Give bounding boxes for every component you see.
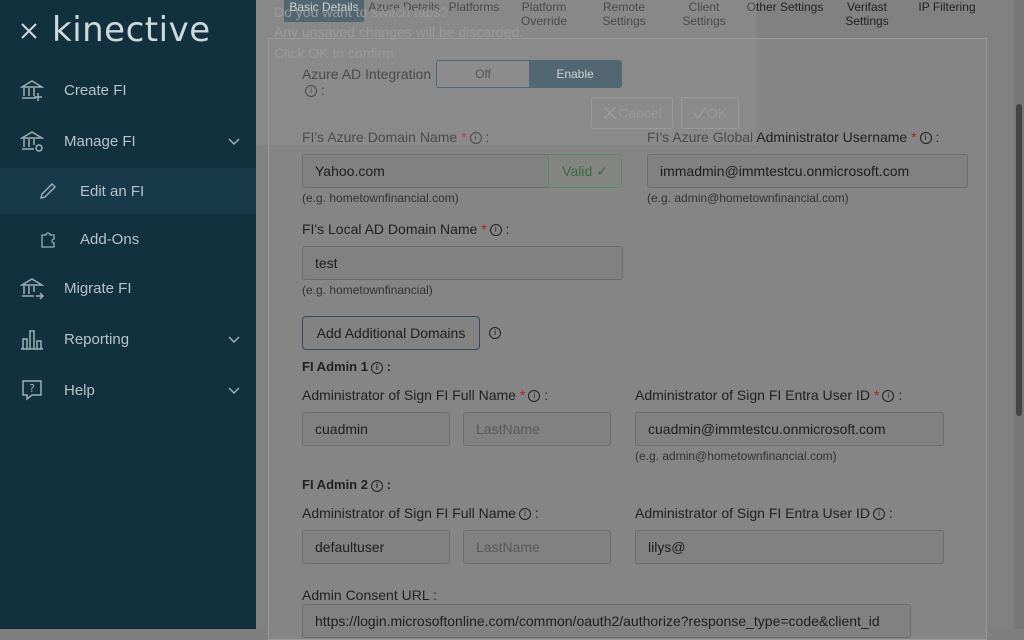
scrollbar-thumb[interactable] bbox=[1016, 104, 1022, 416]
required-marker: * bbox=[481, 221, 487, 237]
info-icon[interactable]: i bbox=[528, 390, 541, 403]
azure-domain-hint: (e.g. hometownfinancial.com) bbox=[302, 191, 459, 205]
local-ad-label-text: FI's Local AD Domain Name bbox=[302, 221, 478, 237]
sidebar-item-migrate-fi[interactable]: Migrate FI bbox=[0, 265, 256, 311]
bar-chart-icon bbox=[21, 330, 43, 350]
admin2-fullname-label: Administrator of Sign FI Full Name i : bbox=[302, 505, 539, 521]
info-icon[interactable]: i bbox=[919, 132, 932, 145]
sidebar-item-manage-fi[interactable]: Manage FI bbox=[0, 118, 256, 164]
check-icon bbox=[693, 106, 707, 120]
admin1-last-name-input[interactable]: LastName bbox=[463, 412, 611, 446]
sidebar-item-label: Migrate FI bbox=[64, 279, 132, 297]
sidebar-item-label: Edit an FI bbox=[80, 182, 145, 200]
valid-badge: Valid ✓ bbox=[548, 154, 622, 188]
admin-consent-url-input[interactable]: https://login.microsoftonline.com/common… bbox=[302, 604, 911, 638]
required-marker: * bbox=[873, 387, 880, 403]
dialog-ok-button[interactable]: OK bbox=[681, 97, 739, 129]
chevron-down-icon bbox=[228, 387, 240, 395]
required-marker: * bbox=[519, 387, 526, 403]
global-admin-input[interactable]: immadmin@immtestcu.onmicrosoft.com bbox=[647, 154, 968, 188]
dialog-ok-label: OK bbox=[706, 105, 728, 121]
close-icon[interactable] bbox=[18, 20, 40, 42]
fi-admin-1-title: FI Admin 1i : bbox=[302, 359, 391, 374]
info-icon[interactable]: i bbox=[518, 508, 531, 521]
admin1-entra-input[interactable]: cuadmin@immtestcu.onmicrosoft.com bbox=[635, 412, 944, 446]
fi-admin-2-title: FI Admin 2i : bbox=[302, 477, 391, 492]
local-ad-input[interactable]: test bbox=[302, 246, 623, 280]
sidebar-item-label: Reporting bbox=[64, 330, 130, 348]
close-icon bbox=[603, 106, 617, 120]
chevron-down-icon bbox=[228, 138, 240, 146]
admin1-fullname-label-text: Administrator of Sign FI Full Name bbox=[302, 387, 516, 403]
bank-gear-icon bbox=[20, 131, 44, 152]
dialog-cancel-button[interactable]: Cancel bbox=[591, 97, 673, 129]
sidebar-item-add-ons[interactable]: Add-Ons bbox=[0, 216, 256, 262]
sidebar: kinective Create FI Manage FI Edit an FI… bbox=[0, 0, 256, 629]
admin1-first-name-input[interactable]: cuadmin bbox=[302, 412, 450, 446]
sidebar-item-edit-fi[interactable]: Edit an FI bbox=[0, 168, 256, 214]
admin-consent-label: Admin Consent URL : bbox=[302, 587, 437, 603]
chevron-down-icon bbox=[228, 336, 240, 344]
add-additional-domains-button[interactable]: Add Additional Domains bbox=[302, 316, 480, 350]
fi-admin-2-title-text: FI Admin 2 bbox=[302, 477, 368, 492]
sidebar-item-label: Help bbox=[64, 381, 95, 399]
kinective-logo: kinective bbox=[52, 10, 211, 50]
sidebar-item-label: Manage FI bbox=[64, 132, 136, 150]
info-icon[interactable]: i bbox=[370, 361, 383, 374]
sidebar-item-create-fi[interactable]: Create FI bbox=[0, 67, 256, 113]
local-ad-hint: (e.g. hometownfinancial) bbox=[302, 283, 433, 297]
dialog-message-line-2: Any unsaved changes will be discarded. bbox=[274, 24, 524, 40]
admin2-last-name-input[interactable]: LastName bbox=[463, 530, 611, 564]
local-ad-label: FI's Local AD Domain Name * i : bbox=[302, 221, 510, 237]
bank-plus-icon bbox=[20, 80, 44, 101]
azure-domain-input[interactable]: Yahoo.com bbox=[302, 154, 549, 188]
tab-other-settings[interactable]: Other Settings bbox=[744, 0, 826, 14]
info-icon[interactable]: i bbox=[882, 390, 895, 403]
sidebar-item-help[interactable]: ? Help bbox=[0, 367, 256, 413]
sidebar-header: kinective bbox=[0, 0, 256, 64]
question-bubble-icon: ? bbox=[22, 380, 42, 401]
pencil-icon bbox=[40, 183, 56, 199]
global-admin-hint: (e.g. admin@hometownfinancial.com) bbox=[647, 191, 849, 205]
puzzle-icon bbox=[41, 232, 55, 248]
dialog-message-line-3: Click OK to confirm bbox=[274, 45, 394, 61]
tab-verifast-settings[interactable]: Verifast Settings bbox=[826, 0, 908, 28]
info-icon[interactable]: i bbox=[872, 508, 885, 521]
confirm-dialog: Do you want to switch tabs? Any unsaved … bbox=[256, 0, 756, 145]
info-icon[interactable]: i bbox=[489, 327, 501, 339]
admin2-entra-label-text: Administrator of Sign FI Entra User ID bbox=[635, 505, 870, 521]
tab-ip-filtering[interactable]: IP Filtering bbox=[908, 0, 986, 14]
admin1-entra-hint: (e.g. admin@hometownfinancial.com) bbox=[635, 449, 837, 463]
admin2-fullname-label-text: Administrator of Sign FI Full Name bbox=[302, 505, 516, 521]
admin1-entra-label: Administrator of Sign FI Entra User ID *… bbox=[635, 387, 903, 403]
admin1-entra-label-text: Administrator of Sign FI Entra User ID bbox=[635, 387, 870, 403]
admin2-entra-input[interactable]: lilys@ bbox=[635, 530, 944, 564]
info-icon[interactable]: i bbox=[370, 479, 383, 492]
sidebar-item-reporting[interactable]: Reporting bbox=[0, 316, 256, 362]
admin2-entra-label: Administrator of Sign FI Entra User ID i … bbox=[635, 505, 893, 521]
sidebar-item-label: Create FI bbox=[64, 81, 127, 99]
admin1-fullname-label: Administrator of Sign FI Full Name * i : bbox=[302, 387, 549, 403]
sidebar-item-label: Add-Ons bbox=[80, 230, 140, 248]
admin2-first-name-input[interactable]: defaultuser bbox=[302, 530, 450, 564]
fi-admin-1-title-text: FI Admin 1 bbox=[302, 359, 368, 374]
required-marker: * bbox=[911, 129, 917, 145]
svg-text:?: ? bbox=[29, 382, 35, 395]
scrollbar[interactable] bbox=[1014, 0, 1024, 629]
info-icon[interactable]: i bbox=[489, 224, 502, 237]
dialog-cancel-label: Cancel bbox=[618, 105, 662, 121]
dialog-message-line-1: Do you want to switch tabs? bbox=[274, 4, 449, 20]
bank-arrow-icon bbox=[20, 278, 44, 300]
